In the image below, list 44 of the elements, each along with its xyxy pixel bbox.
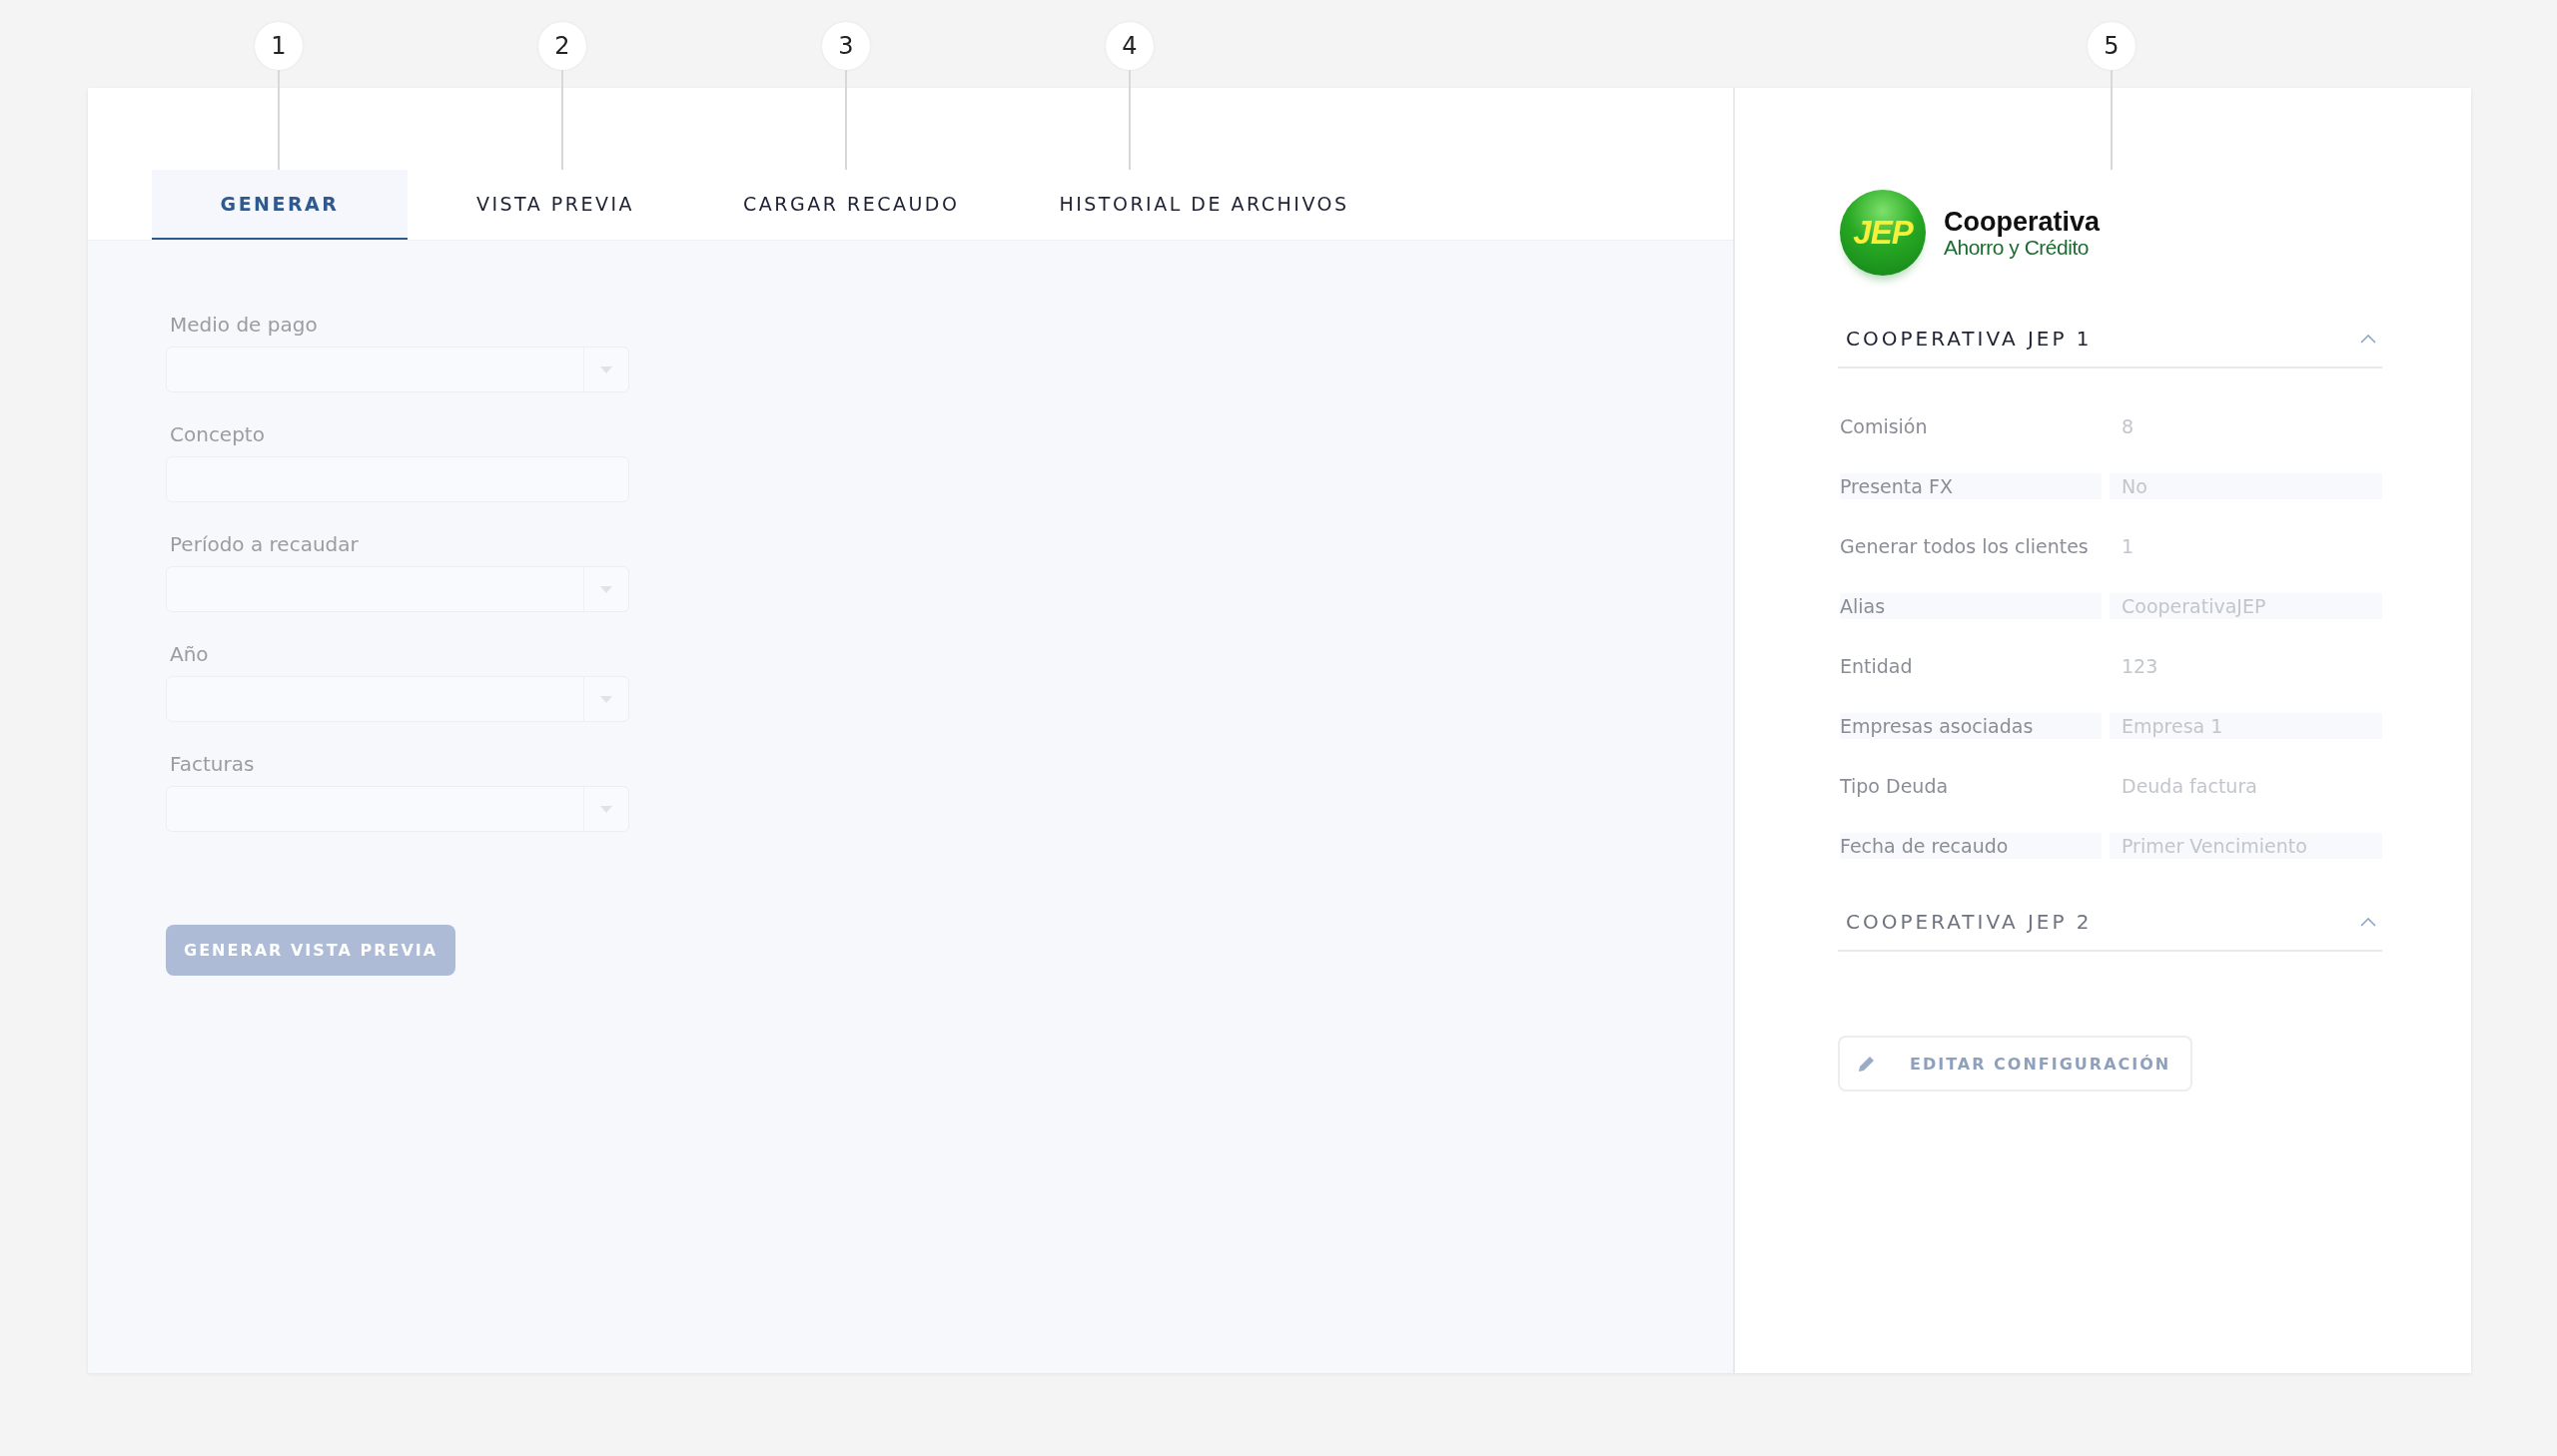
field-label: Facturas	[170, 752, 255, 776]
dropdown-field[interactable]	[166, 566, 629, 612]
field-value: 8	[2121, 414, 2135, 439]
chevron-up-icon[interactable]	[2360, 917, 2376, 927]
logo-tagline: Ahorro y Crédito	[1944, 236, 2089, 260]
field-label: Generar todos los clientes	[1840, 534, 2090, 559]
field-label: Tipo Deuda	[1840, 774, 1950, 799]
tab[interactable]: GENERAR	[152, 170, 408, 240]
tab[interactable]: CARGAR RECAUDO	[703, 170, 1000, 240]
field-label: Entidad	[1840, 654, 1914, 679]
field-label: Alias	[1840, 593, 2102, 619]
field-label: Medio de pago	[170, 313, 318, 337]
section-title: COOPERATIVA JEP 2	[1846, 910, 2093, 934]
field-label: Comisión	[1840, 414, 1929, 439]
field-label: Año	[170, 642, 209, 666]
callout-number: 3	[822, 22, 870, 70]
caret-down-icon	[600, 805, 612, 813]
dropdown-field[interactable]	[166, 676, 629, 722]
dropdown-field[interactable]	[166, 786, 629, 832]
field-value: Deuda factura	[2121, 774, 2258, 799]
callout-number: 1	[255, 22, 303, 70]
callout-number: 5	[2088, 22, 2135, 70]
caret-down-icon	[600, 585, 612, 593]
field-label: Empresas asociadas	[1840, 713, 2102, 739]
field-label: Presenta FX	[1840, 473, 2102, 499]
caret-down-icon	[600, 365, 612, 373]
dropdown-field[interactable]	[166, 347, 629, 392]
tab[interactable]: HISTORIAL DE ARCHIVOS	[1019, 170, 1389, 240]
caret-down-icon	[600, 695, 612, 703]
callout-number: 2	[538, 22, 586, 70]
chevron-up-icon[interactable]	[2360, 334, 2376, 344]
field-label: Fecha de recaudo	[1840, 833, 2102, 859]
tab[interactable]: VISTA PREVIA	[427, 170, 683, 240]
section-header[interactable]: COOPERATIVA JEP 1	[1838, 311, 2382, 368]
logo-name: Cooperativa	[1944, 208, 2101, 236]
section-title: COOPERATIVA JEP 1	[1846, 327, 2093, 351]
field-value: 123	[2121, 654, 2159, 679]
field-value: 1	[2121, 534, 2135, 559]
section-header[interactable]: COOPERATIVA JEP 2	[1838, 894, 2382, 952]
field-label: Concepto	[170, 422, 265, 446]
logo-badge: JEP	[1840, 190, 1926, 276]
field-label: Período a recaudar	[170, 532, 359, 556]
pencil-icon	[1858, 1055, 1876, 1073]
callout-number: 4	[1106, 22, 1154, 70]
